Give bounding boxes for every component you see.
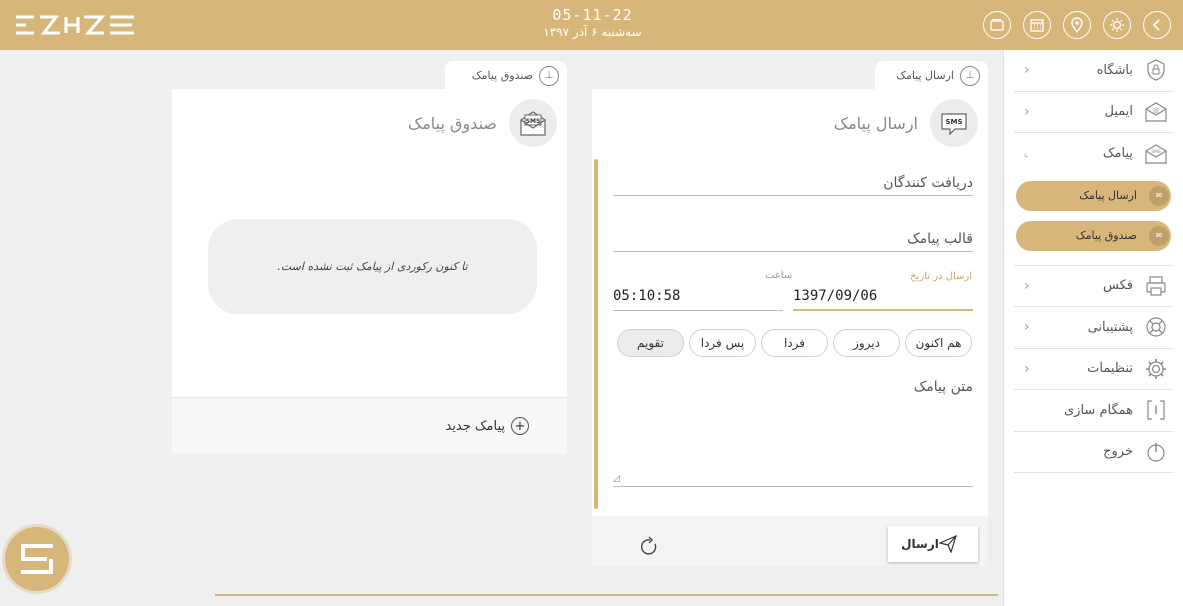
fax-icon [1146, 276, 1166, 296]
svg-text:@: @ [1153, 107, 1159, 114]
settings-icon [1146, 358, 1166, 379]
template-field[interactable]: قالب پیامک [613, 231, 973, 252]
sms-inbox-icon: SMS [509, 99, 557, 147]
new-sms-label: پیامک جدید [445, 418, 505, 434]
chevron-left-icon: ‹ [1024, 62, 1030, 79]
support-icon [1146, 317, 1166, 337]
calendar-button[interactable]: تقویم [617, 329, 684, 357]
location-icon[interactable] [1063, 11, 1091, 39]
chevron-down-icon: ⌞ [1024, 148, 1029, 160]
sms-inbox-header: SMS صندوق پیامک [408, 99, 557, 147]
sidebar-item-label: پشتیبانی [1087, 319, 1133, 335]
sidebar-subitem-label: صندوق پیامک [1075, 229, 1137, 242]
sms-inbox-title: صندوق پیامک [407, 113, 497, 133]
pin-icon[interactable]: ⊥ [960, 65, 980, 86]
inbox-small-icon: ✉ [1149, 225, 1169, 246]
clock-date: سه‌شنبه ۶ آذر ۱۳۹۷ [543, 25, 642, 39]
sidebar-item-label: ایمیل [1104, 104, 1133, 120]
clock-time: 05-11-22 [552, 6, 633, 24]
sms-small-icon: ✉ [1149, 185, 1169, 206]
send-time-input[interactable]: 05:10:58 [613, 287, 783, 311]
sms-inbox-panel: SMS صندوق پیامک تا کنون رکوردی از پیامک … [172, 89, 567, 454]
layers-icon[interactable] [983, 11, 1011, 39]
header-toolbar [983, 11, 1171, 39]
send-sms-title: ارسال پیامک [833, 113, 918, 133]
send-date-input[interactable]: 1397/09/06 [793, 287, 973, 311]
sms-icon-text: SMS [1151, 149, 1161, 155]
pin-icon[interactable]: ⊥ [539, 65, 559, 86]
sidebar: باشگاه ‹ @ ایمیل ‹ SMS پیامک ⌞ ✉ ارسال پ… [1003, 50, 1183, 606]
send-time-value: 05:10:58 [613, 288, 681, 304]
lock-icon [1147, 59, 1165, 81]
recipients-field[interactable]: دریافت کنندگان [613, 175, 973, 196]
chevron-left-icon: ‹ [1024, 277, 1030, 294]
tab-sms-inbox[interactable]: ⊥ صندوق پیامک [445, 61, 567, 90]
header-clock: 05-11-22 سه‌شنبه ۶ آذر ۱۳۹۷ [480, 6, 705, 40]
brand-logo [16, 15, 134, 35]
floating-menu-button[interactable] [5, 527, 69, 591]
refresh-icon[interactable] [638, 536, 660, 558]
sidebar-subitem-label: ارسال پیامک [1079, 189, 1137, 202]
calendar-icon[interactable] [1023, 11, 1051, 39]
back-icon[interactable] [1143, 11, 1171, 39]
chevron-left-icon: ‹ [1024, 360, 1030, 377]
footer-divider [215, 594, 998, 596]
day-after-tomorrow-button[interactable]: پس فردا [689, 329, 756, 357]
message-label: متن پیامک [913, 379, 973, 395]
yesterday-button[interactable]: دیروز [833, 329, 900, 357]
email-icon: @ [1145, 102, 1167, 122]
sidebar-item-fax[interactable]: فکس ‹ [1014, 266, 1173, 307]
send-sms-header: SMS ارسال پیامک [834, 99, 978, 147]
sidebar-item-label: خروج [1103, 444, 1133, 460]
send-button[interactable]: ارسال [888, 526, 978, 562]
chevron-left-icon: ‹ [1024, 103, 1030, 120]
send-time-label: ساعت [765, 270, 793, 281]
sidebar-item-label: همگام سازی [1064, 402, 1133, 418]
power-icon [1147, 442, 1165, 462]
message-textarea[interactable]: متن پیامک ◿ [613, 379, 973, 487]
sidebar-group-sms: SMS پیامک ⌞ ✉ ارسال پیامک ✉ صندوق پیامک [1014, 133, 1173, 266]
send-sms-panel: SMS ارسال پیامک دریافت کنندگان قالب پیام… [592, 89, 988, 566]
sms-bubble-icon: SMS [930, 99, 978, 147]
sidebar-item-support[interactable]: پشتیبانی ‹ [1014, 307, 1173, 349]
tomorrow-button[interactable]: فردا [761, 329, 828, 357]
sms-icon: SMS [1145, 144, 1167, 164]
sync-icon [1147, 400, 1165, 420]
sidebar-subitem-sms-inbox[interactable]: ✉ صندوق پیامک [1016, 220, 1171, 251]
send-date-label: ارسال در تاریخ [910, 271, 972, 282]
template-label: قالب پیامک [907, 231, 973, 247]
sidebar-item-email[interactable]: @ ایمیل ‹ [1014, 92, 1173, 133]
sidebar-item-label: تنظیمات [1087, 361, 1133, 377]
chevron-left-icon: ‹ [1024, 319, 1030, 336]
theme-icon[interactable] [1103, 11, 1131, 39]
sidebar-item-logout[interactable]: خروج [1014, 432, 1173, 473]
sidebar-item-label: فکس [1103, 278, 1133, 294]
sidebar-item-label: پیامک [1102, 146, 1133, 162]
send-icon [938, 535, 957, 553]
send-button-label: ارسال [901, 537, 939, 551]
sidebar-item-settings[interactable]: تنظیمات ‹ [1014, 349, 1173, 390]
sidebar-item-club[interactable]: باشگاه ‹ [1014, 50, 1173, 92]
sidebar-subitem-send-sms[interactable]: ✉ ارسال پیامک [1016, 180, 1171, 211]
tab-send-sms[interactable]: ⊥ ارسال پیامک [875, 61, 988, 90]
empty-state-message: تا کنون رکوردی از پیامک ثبت نشده است. [208, 219, 537, 314]
sidebar-item-label: باشگاه [1096, 62, 1133, 78]
quick-date-buttons: هم اکنون دیروز فردا پس فردا تقویم [614, 329, 972, 357]
resize-handle-icon[interactable]: ◿ [613, 474, 620, 484]
tab-sms-inbox-label: صندوق پیامک [471, 69, 533, 82]
sms-bubble-icon-text: SMS [945, 118, 962, 126]
brand-mark-icon [21, 544, 53, 574]
accent-bar [594, 159, 598, 509]
new-sms-button[interactable]: + پیامک جدید [172, 397, 567, 454]
send-sms-footer: ارسال [592, 516, 988, 566]
plus-icon: + [511, 417, 529, 435]
sidebar-item-sms[interactable]: SMS پیامک ⌞ [1014, 133, 1173, 175]
recipients-label: دریافت کنندگان [883, 175, 973, 191]
now-button[interactable]: هم اکنون [905, 329, 972, 357]
sidebar-item-sync[interactable]: همگام سازی [1014, 390, 1173, 432]
app-header: 05-11-22 سه‌شنبه ۶ آذر ۱۳۹۷ [0, 0, 1183, 50]
send-date-value: 1397/09/06 [793, 288, 878, 304]
tab-send-sms-label: ارسال پیامک [896, 69, 954, 82]
